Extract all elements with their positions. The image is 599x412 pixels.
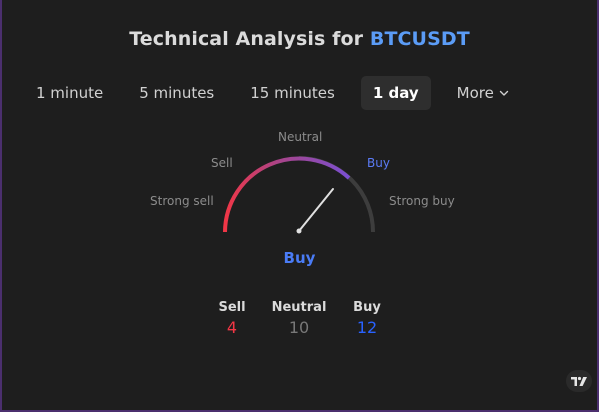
count-buy-label: Buy — [353, 300, 381, 315]
gauge-label-buy: Buy — [367, 156, 390, 170]
count-buy: Buy 12 — [327, 300, 407, 337]
gauge-needle-pivot — [296, 228, 302, 234]
gauge-label-strong-buy: Strong buy — [389, 194, 455, 208]
summary-verdict: Buy — [283, 249, 316, 267]
count-buy-value: 12 — [356, 318, 378, 337]
tradingview-logo-icon[interactable] — [566, 370, 592, 392]
gauge-label-neutral: Neutral — [278, 130, 323, 144]
gauge-label-strong-sell: Strong sell — [150, 194, 214, 208]
tradingview-logo-mark — [571, 376, 587, 386]
gauge-label-sell: Sell — [211, 156, 233, 170]
gauge-needle — [298, 188, 334, 232]
gauge-active-arc — [223, 156, 351, 233]
widget-frame: Technical Analysis for BTCUSDT 1 minute … — [0, 0, 599, 412]
